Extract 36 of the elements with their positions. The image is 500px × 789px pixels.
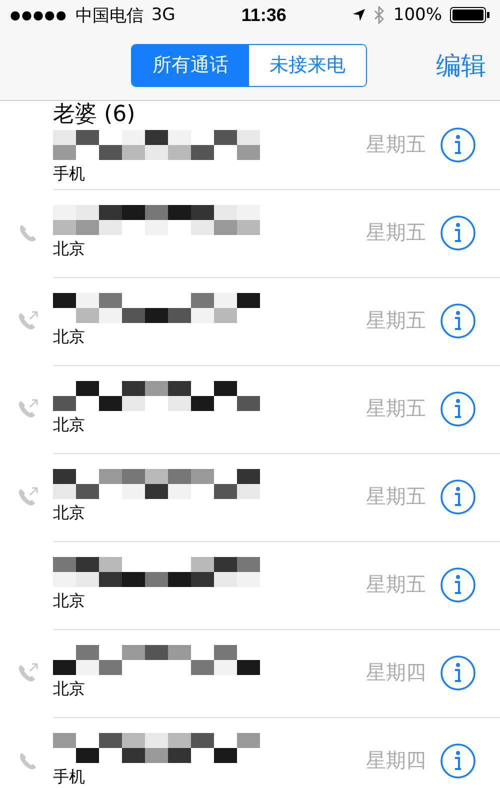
info-icon[interactable]: [440, 302, 476, 338]
call-day: 星期五: [366, 395, 426, 422]
call-label: 北京: [53, 679, 86, 700]
info-icon[interactable]: [440, 566, 476, 602]
call-label: 北京: [53, 591, 86, 612]
battery-percent: 100%: [393, 5, 442, 25]
filter-tab[interactable]: 未接来电: [249, 44, 366, 86]
call-label: 北京: [53, 503, 86, 524]
signal-dots: ●●●●●: [10, 8, 68, 22]
carrier: 中国电信: [75, 4, 144, 26]
call-label: 北京: [53, 327, 86, 348]
network-type: 3G: [151, 5, 176, 25]
call-label: 北京: [53, 239, 86, 260]
info-icon[interactable]: [440, 390, 476, 426]
info-icon[interactable]: [440, 126, 476, 162]
bluetooth-icon: [374, 6, 386, 24]
call-day: 星期五: [366, 219, 426, 246]
call-day: 星期四: [366, 747, 426, 774]
battery-icon: [450, 6, 490, 24]
call-day: 星期五: [366, 307, 426, 334]
info-icon[interactable]: [440, 478, 476, 514]
edit-button[interactable]: 编辑: [436, 48, 486, 82]
call-day: 星期五: [366, 571, 426, 598]
call-day: 星期五: [366, 483, 426, 510]
info-icon[interactable]: [440, 654, 476, 690]
call-label: 手机: [53, 767, 86, 788]
info-icon[interactable]: [440, 214, 476, 250]
contact-name: 老婆 (6): [53, 104, 136, 126]
location-icon: [352, 8, 366, 22]
filter-tab[interactable]: 所有通话: [132, 44, 249, 86]
clock: 11:36: [241, 4, 286, 26]
info-icon[interactable]: [440, 742, 476, 778]
call-label: 北京: [53, 415, 86, 436]
call-day: 星期四: [366, 659, 426, 686]
call-day: 星期五: [366, 131, 426, 158]
call-label: 手机: [53, 164, 86, 185]
